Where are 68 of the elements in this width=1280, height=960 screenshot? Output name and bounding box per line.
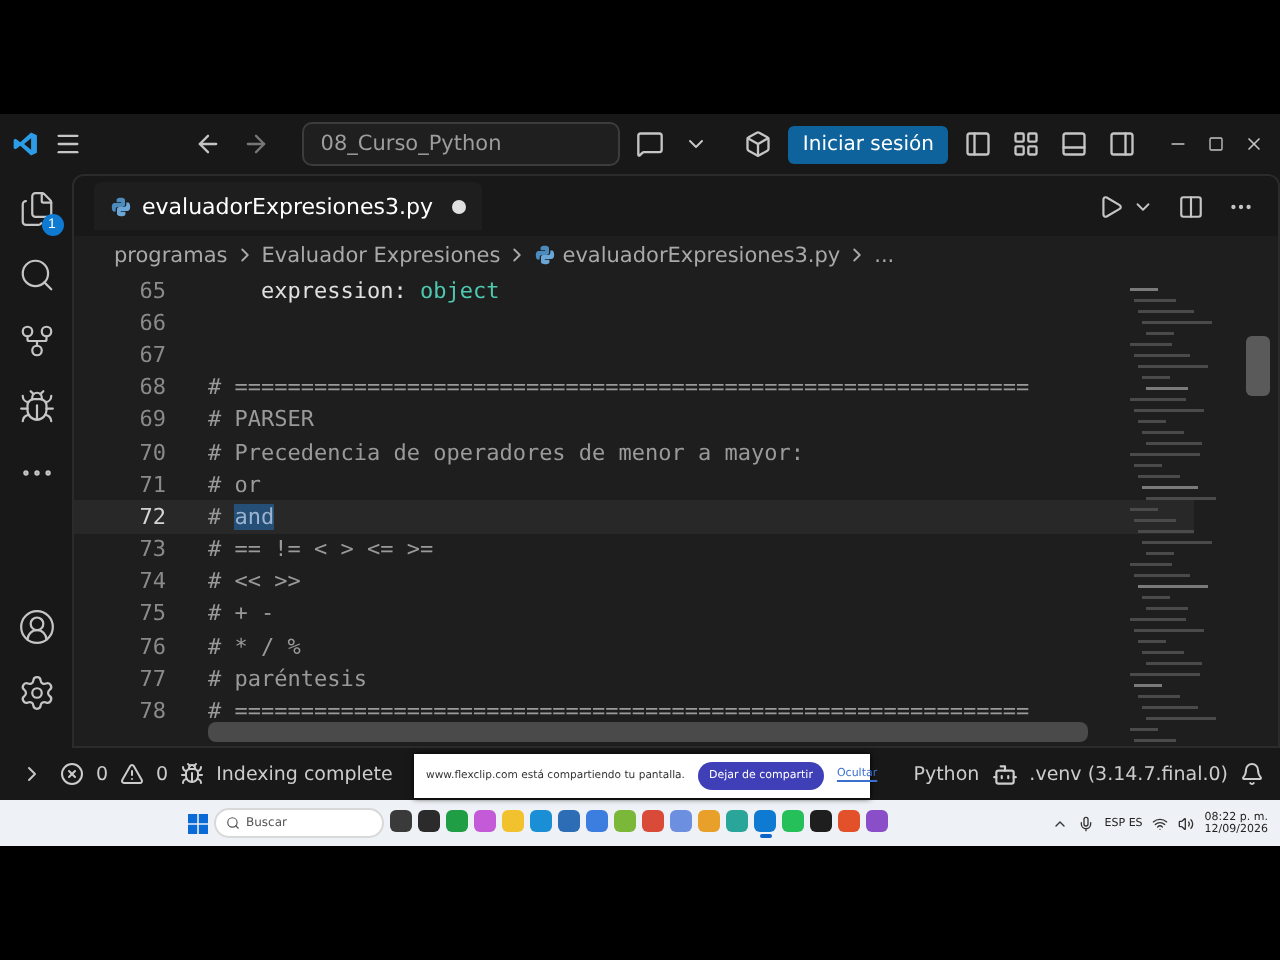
breadcrumb-item[interactable]: ... bbox=[874, 243, 895, 267]
code-line: # == != < > <= >= bbox=[208, 536, 434, 563]
bug-icon[interactable] bbox=[180, 762, 205, 786]
breadcrumb-item[interactable]: programas bbox=[114, 243, 228, 267]
line-number: 73 bbox=[137, 536, 166, 563]
command-center-field[interactable]: 08_Curso_Python bbox=[302, 122, 621, 166]
line-number: 68 bbox=[137, 374, 166, 401]
error-count[interactable]: 0 bbox=[96, 763, 109, 785]
app-icon[interactable] bbox=[418, 809, 440, 831]
warning-icon bbox=[120, 762, 145, 786]
error-icon bbox=[60, 762, 84, 786]
editor-tab[interactable]: evaluadorExpresiones3.py bbox=[94, 182, 481, 230]
horizontal-scrollbar[interactable] bbox=[208, 722, 1088, 742]
warning-count[interactable]: 0 bbox=[156, 763, 169, 785]
robot-icon[interactable] bbox=[991, 761, 1018, 787]
line-number: 69 bbox=[137, 406, 166, 433]
line-number: 77 bbox=[137, 665, 166, 692]
code-line: # ============================================================ bbox=[208, 698, 1030, 725]
panel-bottom-icon[interactable] bbox=[1056, 126, 1092, 162]
code-line: # Precedencia de operadores de menor a mayor: bbox=[208, 439, 805, 466]
code-line: # PARSER bbox=[208, 406, 314, 433]
line-number: 74 bbox=[137, 568, 166, 595]
sign-in-button[interactable]: Iniciar sesión bbox=[788, 125, 948, 163]
search-icon[interactable] bbox=[17, 256, 55, 294]
chat-icon[interactable] bbox=[632, 126, 669, 162]
code-line: # or bbox=[208, 471, 261, 498]
breadcrumb-item[interactable]: Evaluador Expresiones bbox=[261, 243, 501, 267]
line-number: 76 bbox=[137, 633, 166, 660]
code-line: # and bbox=[208, 503, 275, 530]
line-number: 67 bbox=[137, 341, 166, 368]
status-message: Indexing complete bbox=[216, 763, 393, 785]
wifi-icon[interactable] bbox=[1152, 815, 1169, 831]
language-mode[interactable]: Python bbox=[913, 763, 980, 785]
code-line: # * / % bbox=[208, 633, 301, 660]
app-icon[interactable] bbox=[390, 809, 412, 831]
bug-icon[interactable] bbox=[17, 388, 55, 426]
vscode-logo-icon[interactable] bbox=[12, 128, 39, 160]
line-number: 75 bbox=[137, 600, 166, 627]
search-icon bbox=[226, 816, 240, 830]
panel-left-icon[interactable] bbox=[960, 126, 996, 162]
branch-icon[interactable] bbox=[17, 322, 55, 360]
speaker-icon[interactable] bbox=[1178, 815, 1195, 831]
line-number: 72 bbox=[137, 503, 166, 530]
code-line: expression: object bbox=[258, 277, 500, 304]
line-number: 70 bbox=[137, 439, 166, 466]
code-line: # ============================================================ bbox=[208, 374, 1030, 401]
microphone-icon[interactable] bbox=[1078, 815, 1095, 831]
panel-right-icon[interactable] bbox=[1104, 126, 1140, 162]
app-icon[interactable] bbox=[810, 809, 832, 831]
code-line: # << >> bbox=[208, 568, 301, 595]
line-number: 66 bbox=[137, 309, 166, 336]
line-number: 78 bbox=[137, 698, 166, 725]
code-line: # + - bbox=[208, 600, 275, 627]
line-number: 71 bbox=[137, 471, 166, 498]
breadcrumb-item[interactable]: evaluadorExpresiones3.py bbox=[562, 243, 841, 267]
settings-icon[interactable] bbox=[17, 674, 55, 712]
line-number: 65 bbox=[137, 277, 166, 304]
account-icon[interactable] bbox=[17, 608, 55, 646]
tab-label: evaluadorExpresiones3.py bbox=[142, 193, 433, 219]
code-line: # paréntesis bbox=[208, 665, 367, 692]
bell-icon[interactable] bbox=[1240, 762, 1264, 786]
maximize-icon[interactable] bbox=[1204, 132, 1228, 156]
layout-grid-icon[interactable] bbox=[1008, 126, 1044, 162]
interpreter-version[interactable]: .venv (3.14.7.final.0) bbox=[1029, 763, 1228, 785]
vertical-scrollbar[interactable] bbox=[1246, 336, 1270, 396]
windows-logo-icon[interactable] bbox=[188, 813, 208, 833]
python-icon bbox=[534, 244, 557, 266]
python-icon bbox=[110, 195, 132, 217]
